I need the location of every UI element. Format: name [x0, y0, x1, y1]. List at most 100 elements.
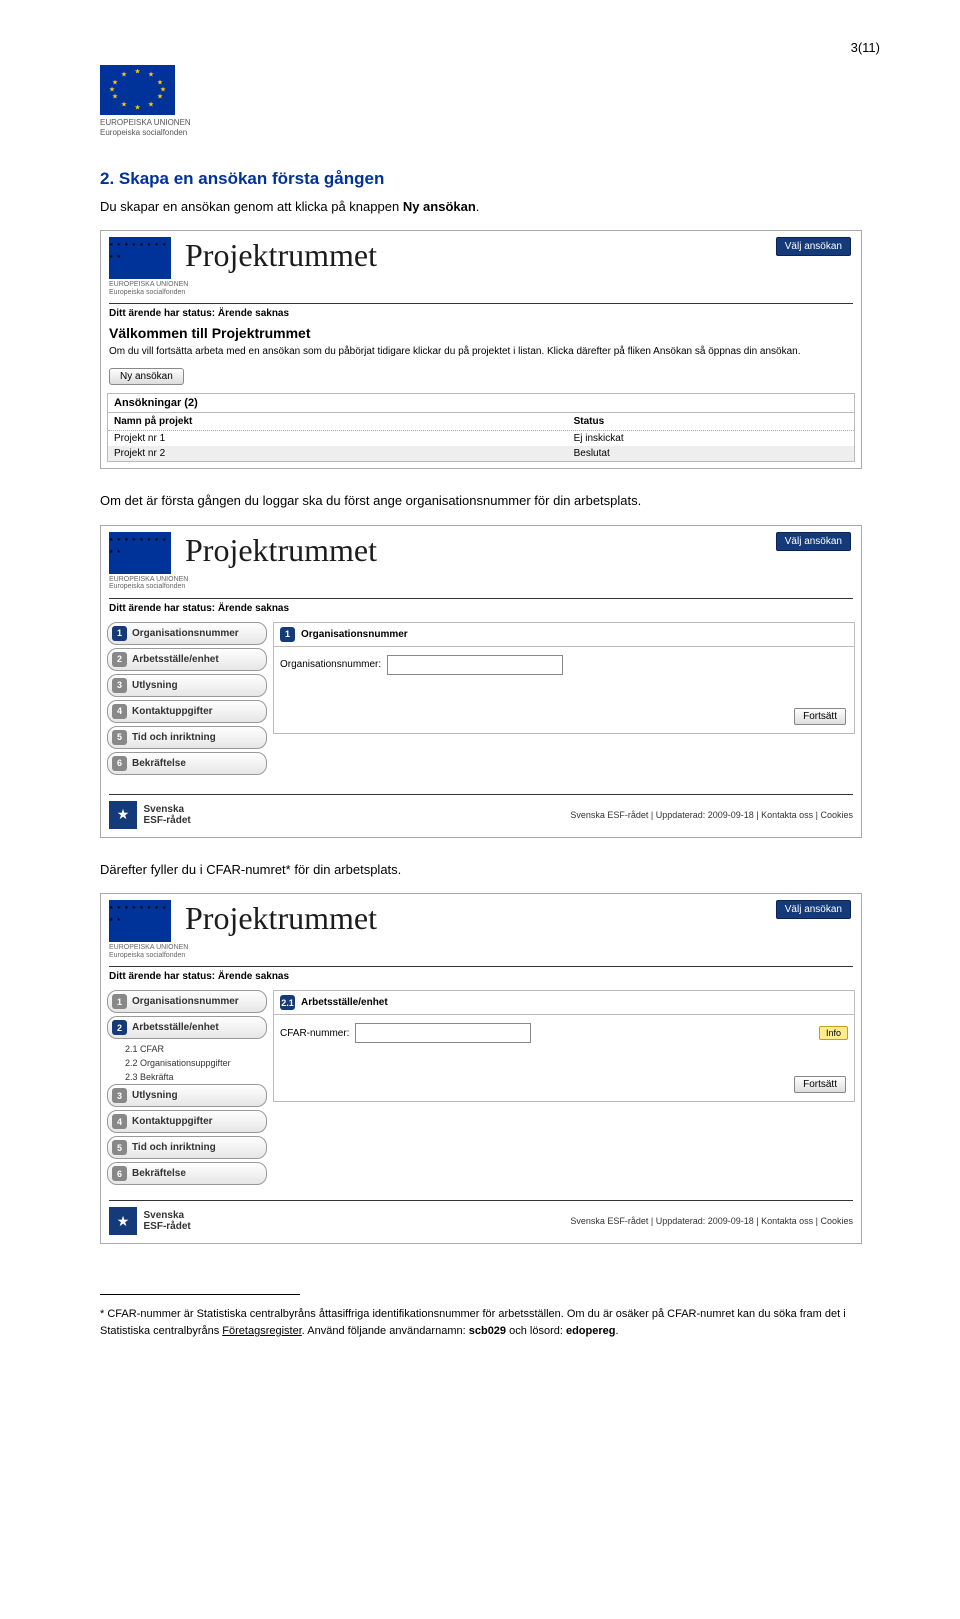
- eu-sub-2: Europeiska socialfonden: [109, 583, 188, 591]
- cell-status: Beslutat: [568, 446, 878, 461]
- step-num: 6: [112, 756, 127, 771]
- footnote-text-3: och lösord:: [506, 1325, 566, 1337]
- wizard-panel: 1 Organisationsnummer Organisationsnumme…: [273, 622, 855, 734]
- mid-paragraph: Om det är första gången du loggar ska du…: [100, 491, 880, 511]
- wizard-panel: 2.1 Arbetsställe/enhet CFAR-nummer: Info…: [273, 990, 855, 1102]
- wizard-step-6[interactable]: 6 Bekräftelse: [107, 752, 267, 775]
- step-label: Utlysning: [132, 1090, 178, 1101]
- welcome-title: Välkommen till Projektrummet: [101, 323, 861, 343]
- wizard-sidebar: 1Organisationsnummer 2 Arbetsställe/enhet…: [107, 622, 267, 782]
- app-title: Projektrummet: [185, 532, 377, 569]
- step-label: Kontaktuppgifter: [132, 1116, 213, 1127]
- wizard-step-1[interactable]: 1Organisationsnummer: [107, 622, 267, 645]
- eu-sub-1: EUROPEISKA UNIONEN: [109, 576, 188, 584]
- orgnum-input[interactable]: [387, 655, 563, 675]
- status-line: Ditt ärende har status: Ärende saknas: [101, 967, 861, 986]
- footnote-user: scb029: [469, 1325, 506, 1337]
- step-num: 4: [112, 1114, 127, 1129]
- screenshot-cfar: ★ ★ ★ ★ ★ ★ ★ ★ ★ ★ EUROPEISKA UNIONEN E…: [100, 893, 862, 1244]
- wizard-step-4[interactable]: 4 Kontaktuppgifter: [107, 700, 267, 723]
- orgnum-label: Organisationsnummer:: [280, 659, 381, 670]
- info-button[interactable]: Info: [819, 1026, 848, 1040]
- wizard-step-3[interactable]: 3 Utlysning: [107, 674, 267, 697]
- footnote-rule: [100, 1294, 300, 1295]
- step-num: 2: [112, 652, 127, 667]
- step-label: Tid och inriktning: [132, 1142, 216, 1153]
- cell-name: Projekt nr 2: [108, 446, 568, 461]
- continue-button[interactable]: Fortsätt: [794, 1076, 846, 1093]
- wizard-step-5[interactable]: 5Tid och inriktning: [107, 1136, 267, 1159]
- select-application-button[interactable]: Välj ansökan: [776, 237, 851, 256]
- step-num: 5: [112, 730, 127, 745]
- panel-num: 1: [280, 627, 295, 642]
- esf-logo-icon: ★: [109, 801, 137, 829]
- esf-line-1: Svenska: [144, 804, 185, 815]
- step-label: Kontaktuppgifter: [132, 706, 213, 717]
- step-label: Utlysning: [132, 680, 178, 691]
- step-num: 6: [112, 1166, 127, 1181]
- table-row[interactable]: Projekt nr 1 Ej inskickat: [108, 431, 854, 446]
- footnote-pass: edopereg: [566, 1325, 616, 1337]
- intro-bold: Ny ansökan: [403, 199, 476, 214]
- wizard-step-2[interactable]: 2Arbetsställe/enhet: [107, 1016, 267, 1039]
- select-application-button[interactable]: Välj ansökan: [776, 532, 851, 551]
- esf-line-2: ESF-rådet: [144, 815, 191, 826]
- applications-table: Ansökningar (2) Namn på projekt Status P…: [107, 393, 855, 462]
- wizard-sidebar: 1 Organisationsnummer 2Arbetsställe/enhet…: [107, 990, 267, 1188]
- wizard-step-6[interactable]: 6 Bekräftelse: [107, 1162, 267, 1185]
- status-line: Ditt ärende har status: Ärende saknas: [101, 304, 861, 323]
- select-application-button[interactable]: Välj ansökan: [776, 900, 851, 919]
- footnote: * CFAR-nummer är Statistiska centralbyrå…: [100, 1306, 880, 1339]
- eu-label-2: Europeiska socialfonden: [100, 128, 880, 138]
- step-label: Organisationsnummer: [132, 996, 239, 1007]
- eu-flag-icon: ★ ★ ★ ★ ★ ★ ★ ★ ★ ★ ★ ★: [100, 65, 175, 115]
- new-application-button[interactable]: Ny ansökan: [109, 368, 184, 385]
- intro-paragraph: Du skapar en ansökan genom att klicka på…: [100, 197, 880, 217]
- wizard-step-5[interactable]: 5Tid och inriktning: [107, 726, 267, 749]
- continue-button[interactable]: Fortsätt: [794, 708, 846, 725]
- footnote-text-2: . Använd följande användarnamn:: [302, 1325, 469, 1337]
- eu-sub-1: EUROPEISKA UNIONEN: [109, 281, 188, 289]
- step-num: 4: [112, 704, 127, 719]
- eu-sub-2: Europeiska socialfonden: [109, 952, 188, 960]
- intro-prefix: Du skapar en ansökan genom att klicka på…: [100, 199, 403, 214]
- wizard-substep[interactable]: 2.2 Organisationsuppgifter: [107, 1056, 267, 1070]
- step-label: Arbetsställe/enhet: [132, 1022, 219, 1033]
- wizard-step-1[interactable]: 1 Organisationsnummer: [107, 990, 267, 1013]
- screenshot-welcome: ★ ★ ★ ★ ★ ★ ★ ★ ★ ★ EUROPEISKA UNIONEN E…: [100, 230, 862, 469]
- panel-title: Arbetsställe/enhet: [301, 997, 388, 1008]
- app-title: Projektrummet: [185, 237, 377, 274]
- step-label: Bekräftelse: [132, 1168, 186, 1179]
- cell-status: Ej inskickat: [568, 431, 878, 446]
- step-label: Bekräftelse: [132, 758, 186, 769]
- step-num: 3: [112, 678, 127, 693]
- wizard-step-3[interactable]: 3 Utlysning: [107, 1084, 267, 1107]
- eu-flag-icon: ★ ★ ★ ★ ★ ★ ★ ★ ★ ★: [109, 900, 171, 942]
- section-title: 2. Skapa en ansökan första gången: [100, 169, 880, 189]
- step-num: 3: [112, 1088, 127, 1103]
- panel-title: Organisationsnummer: [301, 629, 408, 640]
- cfar-input[interactable]: [355, 1023, 531, 1043]
- wizard-substep[interactable]: 2.1 CFAR: [107, 1042, 267, 1056]
- eu-sub-2: Europeiska socialfonden: [109, 289, 188, 297]
- col-status: Status: [568, 413, 878, 430]
- page-number: 3(11): [100, 40, 880, 55]
- cell-name: Projekt nr 1: [108, 431, 568, 446]
- footnote-text-4: .: [615, 1325, 618, 1337]
- app-title: Projektrummet: [185, 900, 377, 937]
- eu-flag-icon: ★ ★ ★ ★ ★ ★ ★ ★ ★ ★: [109, 237, 171, 279]
- step-num: 1: [112, 994, 127, 1009]
- panel-num: 2.1: [280, 995, 295, 1010]
- footer-text: Svenska ESF-rådet | Uppdaterad: 2009-09-…: [570, 810, 853, 820]
- footnote-link[interactable]: Företagsregister: [222, 1325, 301, 1337]
- eu-logo-block: ★ ★ ★ ★ ★ ★ ★ ★ ★ ★ ★ ★ EUROPEISKA UNION…: [100, 65, 880, 139]
- intro-suffix: .: [476, 199, 480, 214]
- wizard-substep[interactable]: 2.3 Bekräfta: [107, 1070, 267, 1084]
- wizard-step-2[interactable]: 2 Arbetsställe/enhet: [107, 648, 267, 671]
- eu-label-1: EUROPEISKA UNIONEN: [100, 118, 880, 128]
- eu-flag-icon: ★ ★ ★ ★ ★ ★ ★ ★ ★ ★: [109, 532, 171, 574]
- table-row[interactable]: Projekt nr 2 Beslutat: [108, 446, 854, 461]
- step-label: Arbetsställe/enhet: [132, 654, 219, 665]
- wizard-step-4[interactable]: 4 Kontaktuppgifter: [107, 1110, 267, 1133]
- screenshot-orgnum: ★ ★ ★ ★ ★ ★ ★ ★ ★ ★ EUROPEISKA UNIONEN E…: [100, 525, 862, 838]
